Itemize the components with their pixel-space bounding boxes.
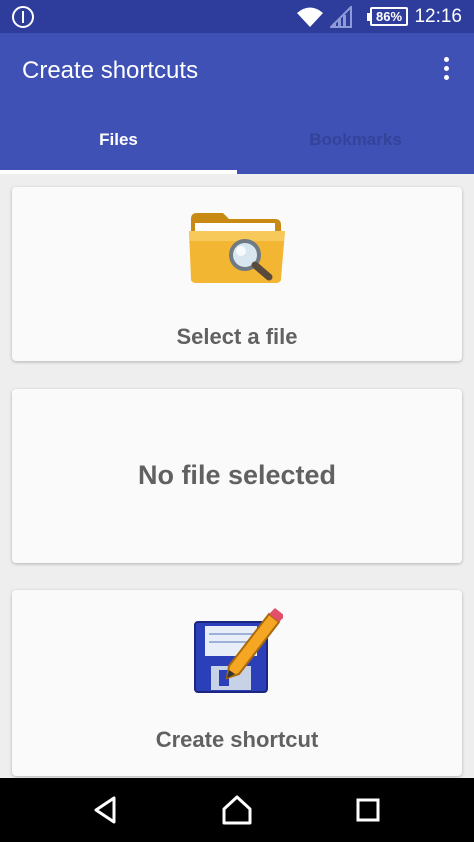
notification-icon <box>12 6 34 28</box>
overflow-menu-icon[interactable] <box>434 57 458 83</box>
app-bar: Create shortcuts <box>0 33 474 107</box>
folder-search-icon <box>189 213 285 283</box>
tab-bookmarks[interactable]: Bookmarks <box>237 107 474 174</box>
create-shortcut-card[interactable]: Create shortcut <box>12 590 462 776</box>
status-bar: 86% 12:16 <box>0 0 474 33</box>
select-file-card[interactable]: Select a file <box>12 187 462 361</box>
home-icon[interactable] <box>219 792 255 828</box>
status-time: 12:16 <box>414 6 462 27</box>
select-file-label: Select a file <box>176 324 298 349</box>
battery-icon: 86% <box>367 7 408 26</box>
signal-icon <box>330 6 352 28</box>
back-icon[interactable] <box>88 792 124 828</box>
file-status-card: No file selected <box>12 389 462 563</box>
file-status-label: No file selected <box>137 460 337 490</box>
create-shortcut-label: Create shortcut <box>155 727 319 752</box>
tab-files[interactable]: Files <box>0 107 237 174</box>
tab-bar: Files Bookmarks <box>0 107 474 174</box>
floppy-pencil-icon <box>194 608 283 693</box>
app-title: Create shortcuts <box>22 57 199 84</box>
recents-icon[interactable] <box>350 792 386 828</box>
wifi-icon <box>297 7 323 27</box>
navigation-bar <box>0 778 474 842</box>
